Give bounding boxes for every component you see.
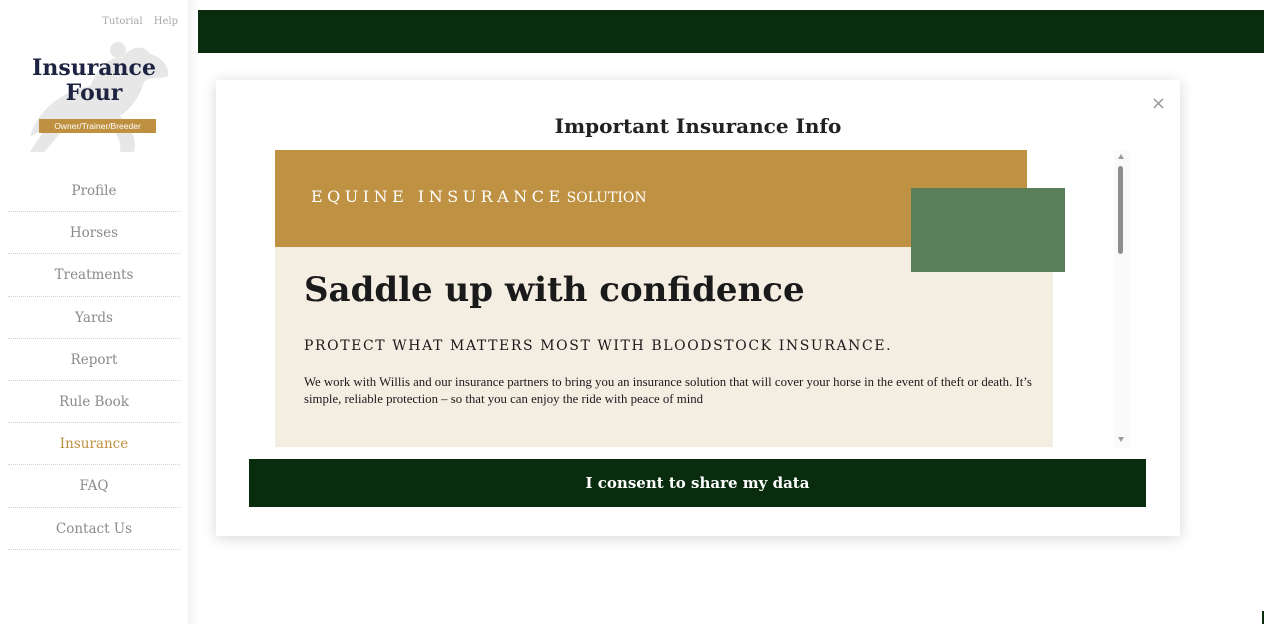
sidebar-nav: Profile Horses Treatments Yards Report R…: [8, 170, 180, 550]
sidebar-item-yards[interactable]: Yards: [8, 297, 180, 339]
scroll-up-icon[interactable]: [1118, 154, 1124, 159]
sidebar-item-contact-us[interactable]: Contact Us: [8, 508, 180, 550]
modal-scroll-content[interactable]: EQUINE INSURANCE SOLUTION Saddle up with …: [275, 150, 1141, 448]
brand-title-line1: Insurance: [32, 55, 156, 81]
sidebar-item-insurance[interactable]: Insurance: [8, 423, 180, 466]
sidebar-item-profile[interactable]: Profile: [8, 170, 180, 213]
insurance-info-modal: × Important Insurance Info EQUINE INSURA…: [216, 80, 1180, 536]
banner-main-text: EQUINE INSURANCE: [311, 187, 565, 206]
consent-button[interactable]: I consent to share my data: [249, 459, 1146, 507]
logo[interactable]: Insurance Four Owner/Trainer/Breeder: [6, 36, 182, 156]
sidebar-item-horses[interactable]: Horses: [8, 212, 180, 255]
decorative-green-block: [911, 188, 1065, 272]
tutorial-link[interactable]: Tutorial: [102, 16, 142, 27]
sidebar-item-rule-book[interactable]: Rule Book: [8, 381, 180, 424]
promo-subhead: PROTECT WHAT MATTERS MOST WITH BLOODSTOC…: [304, 338, 893, 354]
role-badge: Owner/Trainer/Breeder: [39, 119, 156, 133]
scroll-thumb[interactable]: [1118, 166, 1123, 254]
brand-title: Insurance Four: [6, 56, 182, 106]
sidebar-item-report[interactable]: Report: [8, 339, 180, 381]
modal-scrollbar[interactable]: [1114, 150, 1130, 448]
brand-title-line2: Four: [65, 80, 123, 106]
top-links: Tutorial Help: [94, 16, 178, 27]
sidebar-item-treatments[interactable]: Treatments: [8, 254, 180, 297]
sidebar: Tutorial Help Insurance Four Owner/Train…: [0, 0, 188, 624]
sidebar-item-faq[interactable]: FAQ: [8, 465, 180, 508]
scroll-down-icon[interactable]: [1118, 437, 1124, 442]
close-icon[interactable]: ×: [1151, 94, 1166, 114]
modal-title: Important Insurance Info: [554, 114, 842, 138]
sidebar-divider: [188, 0, 198, 624]
promo-headline: Saddle up with confidence: [304, 270, 805, 310]
top-bar: [198, 10, 1264, 53]
banner-small-text: SOLUTION: [566, 190, 647, 206]
promo-body: We work with Willis and our insurance pa…: [304, 375, 1032, 406]
help-link[interactable]: Help: [154, 16, 178, 27]
banner-text: EQUINE INSURANCE SOLUTION: [311, 187, 647, 206]
